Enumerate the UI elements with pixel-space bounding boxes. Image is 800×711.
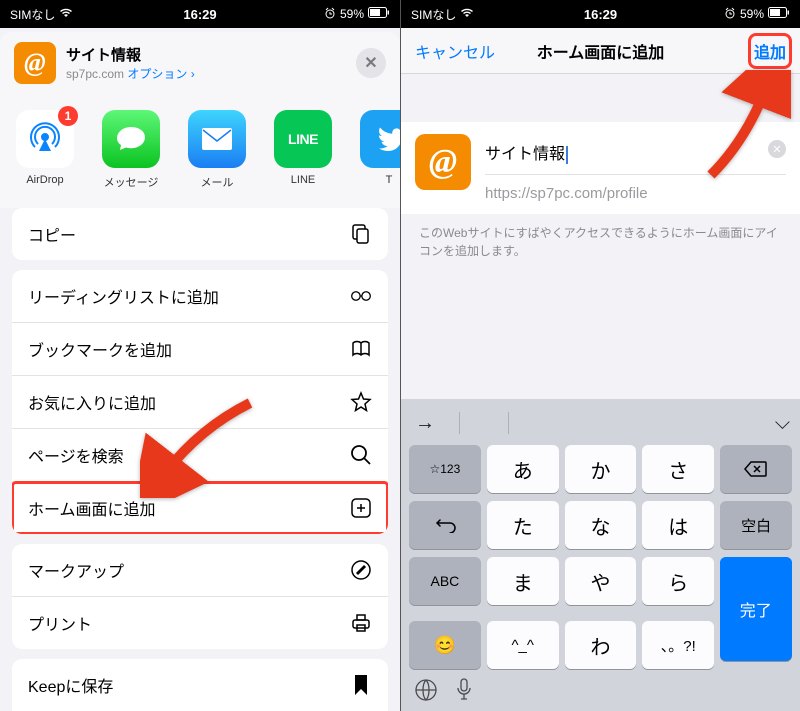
twitter-icon <box>360 110 400 168</box>
star-icon <box>350 391 372 413</box>
action-favorite[interactable]: お気に入りに追加 <box>12 376 388 429</box>
action-reading-list[interactable]: リーディングリストに追加 <box>12 270 388 323</box>
airdrop-icon: 1 <box>16 110 74 168</box>
alarm-icon <box>324 7 336 22</box>
status-bar: SIMなし 16:29 59% <box>401 0 800 28</box>
messages-icon <box>102 110 160 168</box>
battery-icon <box>768 7 790 21</box>
line-icon: LINE <box>274 110 332 168</box>
book-icon <box>350 338 372 360</box>
options-link[interactable]: オプション › <box>127 67 194 81</box>
status-bar: SIMなし 16:29 59% <box>0 0 400 28</box>
cancel-button[interactable]: キャンセル <box>415 39 495 63</box>
action-add-to-home[interactable]: ホーム画面に追加 <box>12 482 388 534</box>
glasses-icon <box>350 285 372 307</box>
shortcut-title-input[interactable]: サイト情報 <box>485 134 786 175</box>
page-title: サイト情報 <box>66 44 346 65</box>
kb-key-kaomoji[interactable]: ^_^ <box>487 621 559 669</box>
sim-status: SIMなし <box>411 6 456 23</box>
kb-candidate[interactable] <box>480 421 488 425</box>
sim-status: SIMなし <box>10 6 55 23</box>
keyboard[interactable]: → ⌵ ☆123 あ か さ た な は <box>401 399 800 711</box>
add-button[interactable]: 追加 <box>754 39 786 63</box>
mic-icon[interactable] <box>449 675 479 705</box>
kb-key[interactable]: わ <box>565 621 637 669</box>
close-button[interactable]: ✕ <box>356 48 386 78</box>
nav-bar: キャンセル ホーム画面に追加 追加 <box>401 28 800 74</box>
phone-left: SIMなし 16:29 59% @ サイト情報 sp7pc.com オプション … <box>0 0 400 711</box>
share-target-mail[interactable]: メール <box>184 110 250 190</box>
site-favicon-large: @ <box>415 134 471 190</box>
shortcut-url: https://sp7pc.com/profile <box>485 175 786 202</box>
clear-text-button[interactable]: ✕ <box>768 140 786 158</box>
bookmark-fill-icon <box>350 674 372 696</box>
phone-right: SIMなし 16:29 59% キャンセル ホーム画面に追加 追加 @ サイト情… <box>400 0 800 711</box>
kb-key-abc[interactable]: ABC <box>409 557 481 605</box>
kb-key-backspace[interactable] <box>720 445 792 493</box>
kb-candidate[interactable]: → <box>411 410 439 437</box>
kb-key[interactable]: ま <box>487 557 559 605</box>
action-markup[interactable]: マークアップ <box>12 544 388 597</box>
kb-key[interactable]: た <box>487 501 559 549</box>
nav-title: ホーム画面に追加 <box>537 39 665 63</box>
copy-icon <box>350 223 372 245</box>
actions-group-2: リーディングリストに追加 ブックマークを追加 お気に入りに追加 ページを検索 ホ… <box>12 270 388 534</box>
printer-icon <box>350 612 372 634</box>
add-to-home-card: @ サイト情報 ✕ https://sp7pc.com/profile <box>401 122 800 214</box>
share-target-twitter[interactable]: T <box>356 110 400 190</box>
action-find-on-page[interactable]: ページを検索 <box>12 429 388 482</box>
clock: 16:29 <box>584 7 617 22</box>
wifi-icon <box>59 7 73 21</box>
kb-key-emoji[interactable]: 😊 <box>409 621 481 669</box>
battery-percent: 59% <box>740 7 764 21</box>
share-targets-row[interactable]: 1 AirDrop メッセージ メール LINE LINE T <box>0 94 400 208</box>
kb-key[interactable]: あ <box>487 445 559 493</box>
kb-key-numbers[interactable]: ☆123 <box>409 445 481 493</box>
action-keep[interactable]: Keepに保存 <box>12 659 388 711</box>
actions-group-3: マークアップ プリント <box>12 544 388 649</box>
action-print[interactable]: プリント <box>12 597 388 649</box>
mail-icon <box>188 110 246 168</box>
description-text: このWebサイトにすばやくアクセスできるようにホーム画面にアイコンを追加します。 <box>401 214 800 270</box>
kb-key-space[interactable]: 空白 <box>720 501 792 549</box>
share-target-messages[interactable]: メッセージ <box>98 110 164 190</box>
badge: 1 <box>58 106 78 126</box>
actions-group-4: Keepに保存 Chromeで開く <box>12 659 388 711</box>
battery-percent: 59% <box>340 7 364 21</box>
share-sheet-header: @ サイト情報 sp7pc.com オプション › ✕ <box>0 32 400 94</box>
search-icon <box>350 444 372 466</box>
action-bookmark[interactable]: ブックマークを追加 <box>12 323 388 376</box>
kb-candidate[interactable] <box>529 421 537 425</box>
kb-candidate-bar[interactable]: → ⌵ <box>405 405 796 445</box>
kb-key[interactable]: か <box>565 445 637 493</box>
battery-icon <box>368 7 390 21</box>
plus-box-icon <box>350 497 372 519</box>
wifi-icon <box>460 7 474 21</box>
site-favicon: @ <box>14 42 56 84</box>
kb-key-undo[interactable] <box>409 501 481 549</box>
page-subtitle: sp7pc.com オプション › <box>66 65 346 82</box>
kb-key[interactable]: ら <box>642 557 714 605</box>
kb-key[interactable]: や <box>565 557 637 605</box>
alarm-icon <box>724 7 736 22</box>
actions-group-1: コピー <box>12 208 388 260</box>
markup-icon <box>350 559 372 581</box>
clock: 16:29 <box>183 7 216 22</box>
share-target-line[interactable]: LINE LINE <box>270 110 336 190</box>
kb-key[interactable]: な <box>565 501 637 549</box>
action-copy[interactable]: コピー <box>12 208 388 260</box>
kb-key[interactable]: は <box>642 501 714 549</box>
globe-icon[interactable] <box>411 675 441 705</box>
share-target-airdrop[interactable]: 1 AirDrop <box>12 110 78 190</box>
kb-key[interactable]: さ <box>642 445 714 493</box>
kb-key-punct[interactable]: 、。?! <box>642 621 714 669</box>
kb-candidate-expand-icon[interactable]: ⌵ <box>775 412 790 435</box>
